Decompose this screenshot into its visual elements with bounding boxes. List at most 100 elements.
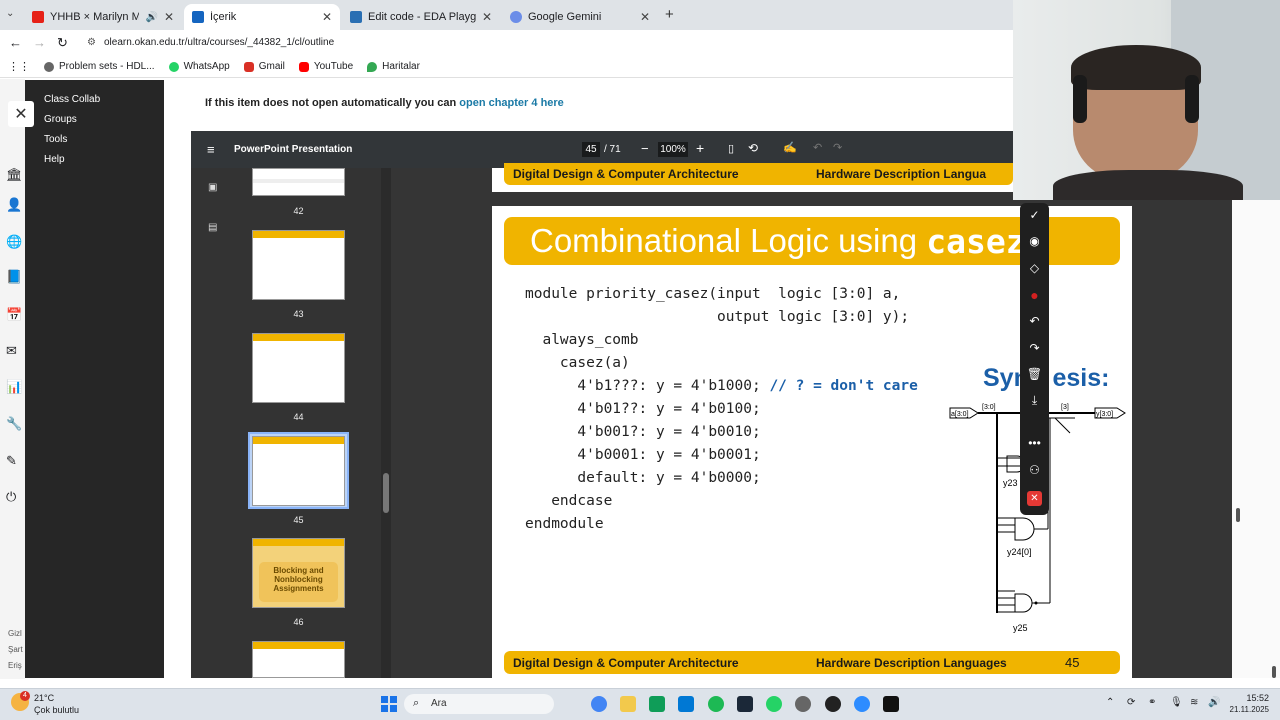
bookmark-gmail[interactable]: Gmail xyxy=(243,61,285,72)
user-icon[interactable]: ⚇ xyxy=(1020,463,1049,477)
bookmark-maps[interactable]: Haritalar xyxy=(367,61,420,72)
profile-icon[interactable]: 👤 xyxy=(6,197,22,213)
calendar-icon[interactable]: 📅 xyxy=(6,307,22,323)
chrome-icon[interactable] xyxy=(591,696,607,712)
close-panel-button[interactable]: ✕ xyxy=(8,101,34,127)
redo-icon[interactable]: ↷ xyxy=(833,141,842,154)
clock-time[interactable]: 15:52 xyxy=(1229,693,1269,703)
settings-icon[interactable] xyxy=(795,696,811,712)
menu-item-groups[interactable]: Groups xyxy=(44,114,77,125)
page-scrollbar-thumb-2[interactable] xyxy=(1272,666,1276,678)
menu-icon[interactable]: ≡ xyxy=(207,142,215,157)
institution-icon[interactable]: 🏛 xyxy=(6,167,23,183)
target-icon[interactable]: ◉ xyxy=(1020,234,1049,248)
page-scrollbar-thumb[interactable] xyxy=(1236,508,1240,522)
more-icon[interactable]: ••• xyxy=(1020,436,1049,450)
eraser-icon[interactable]: ◇ xyxy=(1020,261,1049,275)
thumbnail-slide[interactable] xyxy=(252,641,345,678)
back-icon[interactable]: ← xyxy=(9,35,22,50)
close-annotation-icon[interactable]: ✕ xyxy=(1027,491,1042,506)
tab-youtube[interactable]: YHHB × Marilyn Manson (n 🔊 ✕ xyxy=(24,4,182,30)
weather-temp[interactable]: 21°C xyxy=(34,693,54,703)
tab-eda-playground[interactable]: Edit code - EDA Playground ✕ xyxy=(342,4,500,30)
thumbnail-slide[interactable]: Blocking and Nonblocking Assignments xyxy=(252,538,345,608)
browser-tab-bar: ⌄ YHHB × Marilyn Manson (n 🔊 ✕ İçerik ✕ … xyxy=(0,0,1013,30)
windows-start-icon[interactable] xyxy=(381,696,397,712)
thumbnail-slide[interactable] xyxy=(252,333,345,403)
bookmark-whatsapp[interactable]: WhatsApp xyxy=(168,61,230,72)
eda-icon xyxy=(350,11,362,23)
tools-icon[interactable]: 🔧 xyxy=(6,416,22,432)
app-icon[interactable] xyxy=(883,696,899,712)
rotate-icon[interactable]: ⟲ xyxy=(748,141,758,155)
site-info-icon[interactable]: ⚙ xyxy=(87,37,96,48)
thumbnail-slide-current[interactable] xyxy=(252,436,345,506)
thumbnail-slide[interactable] xyxy=(252,168,345,196)
tab-icerik[interactable]: İçerik ✕ xyxy=(184,4,340,30)
youtube-icon xyxy=(298,61,309,72)
thumbnail-slide[interactable] xyxy=(252,230,345,300)
outlook-icon[interactable] xyxy=(678,696,694,712)
code-line: default: y = 4'b0000; xyxy=(525,470,761,486)
download-icon[interactable]: ⤓ xyxy=(1020,393,1049,408)
menu-item-class-collab[interactable]: Class Collab xyxy=(44,94,100,105)
bookmark-problem-sets[interactable]: Problem sets - HDL... xyxy=(44,61,155,72)
undo-icon[interactable]: ↶ xyxy=(813,141,822,154)
whatsapp-icon[interactable] xyxy=(766,696,782,712)
check-icon[interactable]: ✓ xyxy=(1020,208,1049,222)
close-tab-icon[interactable]: ✕ xyxy=(482,10,492,24)
thumbnail-scrollbar[interactable] xyxy=(381,168,391,678)
url-field[interactable]: olearn.okan.edu.tr/ultra/courses/_44382_… xyxy=(104,37,334,48)
messages-icon[interactable]: ✉ xyxy=(6,343,17,359)
zoom-in-icon[interactable]: + xyxy=(696,140,704,156)
fit-page-icon[interactable]: ▯ xyxy=(728,142,734,155)
menu-item-help[interactable]: Help xyxy=(44,154,65,165)
steam-icon[interactable] xyxy=(737,696,753,712)
wifi-icon[interactable]: ≋ xyxy=(1190,697,1198,708)
tray-chevron-icon[interactable]: ⌃ xyxy=(1106,697,1114,708)
taskbar-search[interactable]: ⌕ Ara xyxy=(404,694,554,714)
draw-icon[interactable]: ✍ xyxy=(783,141,797,154)
reload-icon[interactable]: ↻ xyxy=(57,35,68,51)
forward-icon[interactable]: → xyxy=(33,35,46,50)
tab-search-icon[interactable]: ⌄ xyxy=(6,8,14,19)
spotify-icon[interactable] xyxy=(708,696,724,712)
undo-icon[interactable]: ↶ xyxy=(1020,314,1049,328)
scrollbar-thumb[interactable] xyxy=(383,473,389,513)
open-chapter-link[interactable]: open chapter 4 here xyxy=(459,97,564,109)
cut-label: Şart xyxy=(8,645,23,654)
menu-item-tools[interactable]: Tools xyxy=(44,134,67,145)
zoom-icon[interactable] xyxy=(854,696,870,712)
network-icon[interactable]: ⚭ xyxy=(1148,697,1156,708)
microphone-icon[interactable]: 🎙 xyxy=(1170,697,1183,708)
store-icon[interactable] xyxy=(649,696,665,712)
page-number-input[interactable]: 45 xyxy=(582,142,600,157)
tab-gemini[interactable]: Google Gemini ✕ xyxy=(502,4,658,30)
trash-icon[interactable]: 🗑 xyxy=(1020,367,1049,381)
edit-icon[interactable]: ✎ xyxy=(6,453,17,469)
close-tab-icon[interactable]: ✕ xyxy=(640,10,650,24)
bookmark-youtube[interactable]: YouTube xyxy=(298,61,353,72)
obs-icon[interactable] xyxy=(825,696,841,712)
volume-icon[interactable]: 🔊 xyxy=(1208,697,1220,708)
apps-grid-icon[interactable]: ⋮⋮ xyxy=(8,60,30,73)
tray-sync-icon[interactable]: ⟳ xyxy=(1127,697,1135,708)
file-explorer-icon[interactable] xyxy=(620,696,636,712)
redo-icon[interactable]: ↷ xyxy=(1020,341,1049,355)
schematic-label: y24[0] xyxy=(1007,547,1032,557)
close-tab-icon[interactable]: ✕ xyxy=(322,10,332,24)
new-tab-icon[interactable]: + xyxy=(665,6,674,23)
code-line: casez(a) xyxy=(525,355,630,371)
weather-desc[interactable]: Çok bulutlu xyxy=(34,705,79,715)
globe-icon[interactable]: 🌐 xyxy=(6,234,22,250)
clock-date[interactable]: 21.11.2025 xyxy=(1222,705,1269,714)
courses-icon[interactable]: 📘 xyxy=(6,269,22,285)
logout-icon[interactable]: ⏻ xyxy=(6,489,16,505)
close-tab-icon[interactable]: ✕ xyxy=(164,10,174,24)
record-icon[interactable]: ● xyxy=(1020,287,1049,303)
grades-icon[interactable]: 📊 xyxy=(6,379,22,395)
thumbnails-view-icon[interactable]: ▣ xyxy=(208,182,217,193)
zoom-input[interactable]: 100% xyxy=(658,142,688,157)
zoom-out-icon[interactable]: − xyxy=(641,141,649,156)
outline-view-icon[interactable]: ▤ xyxy=(208,222,217,233)
